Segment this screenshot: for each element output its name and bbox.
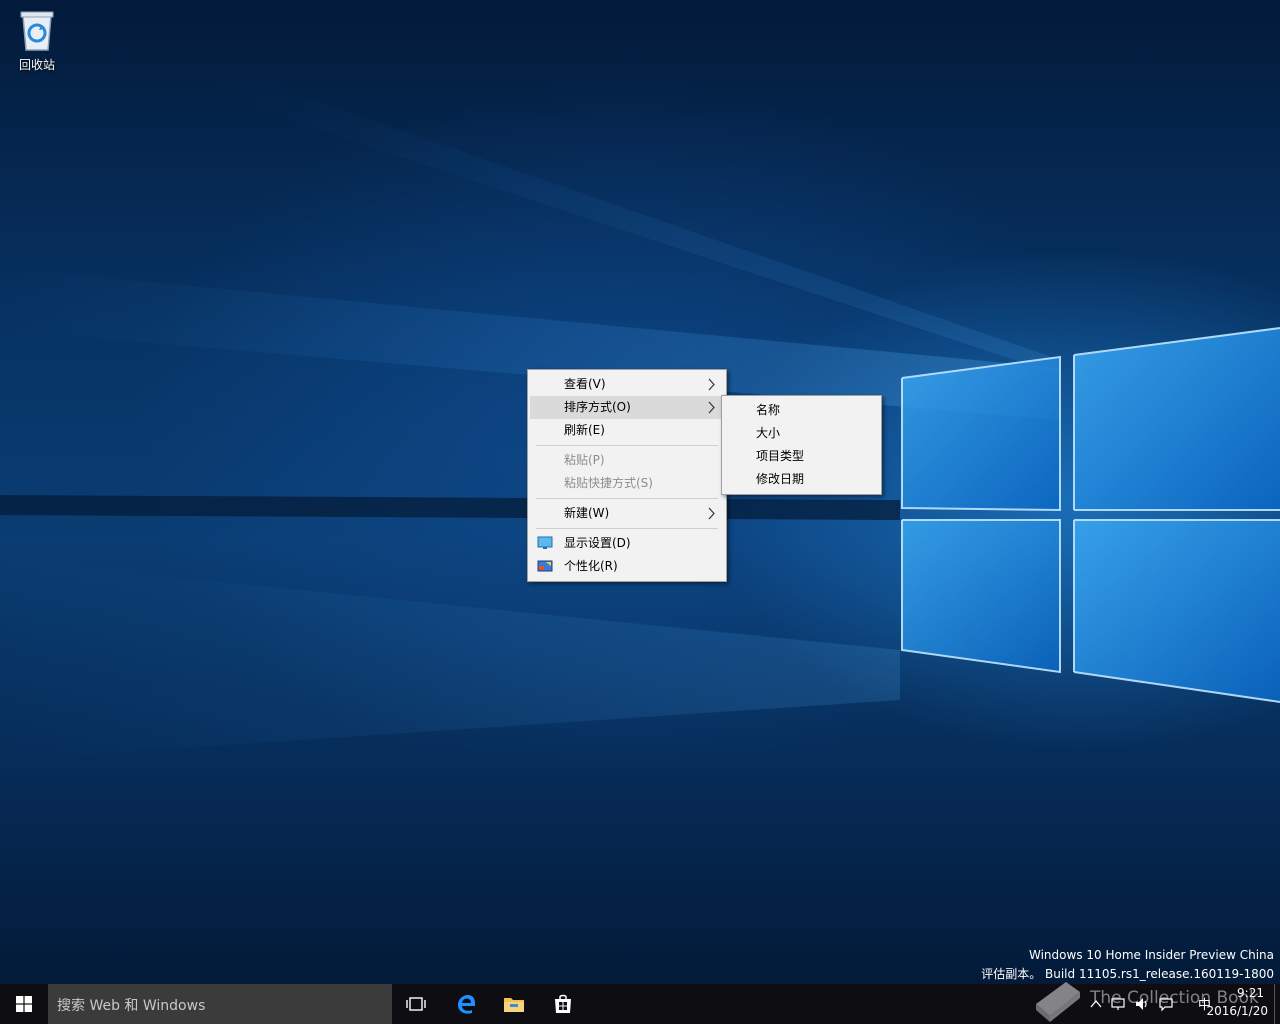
menu-item-sort-by[interactable]: 排序方式(O) [530,396,724,419]
watermark-build: 评估副本。 Build 11105.rs1_release.160119-180… [981,967,1274,981]
clock-date[interactable]: 2016/1/20 [1206,1004,1268,1018]
menu-item-view[interactable]: 查看(V) [530,373,724,396]
task-view-button[interactable] [392,984,440,1024]
submenu-item-size[interactable]: 大小 [724,422,879,445]
recycle-bin-icon [20,11,54,51]
submenu-item-name[interactable]: 名称 [724,399,879,422]
menu-item-paste-shortcut: 粘贴快捷方式(S) [530,472,724,495]
task-view-icon [406,997,426,1011]
menu-item-label: 排序方式(O) [564,400,631,414]
desktop-icon-recycle-bin[interactable]: 回收站 [8,6,66,76]
submenu-item-label: 修改日期 [756,472,805,486]
search-placeholder: 搜索 Web 和 Windows [57,998,206,1014]
build-watermark: Windows 10 Home Insider Preview China 评估… [981,946,1274,984]
chevron-right-icon [708,507,715,520]
desktop-context-menu: 查看(V) 排序方式(O) 刷新(E) 粘贴(P) 粘贴快捷方式(S) 新建(W… [527,369,727,582]
menu-item-label: 查看(V) [564,377,606,391]
menu-item-personalize[interactable]: 个性化(R) [530,555,724,578]
desktop-icon-label: 回收站 [18,58,55,72]
menu-item-paste: 粘贴(P) [530,449,724,472]
chevron-right-icon [708,378,715,391]
show-desktop-button[interactable] [1274,984,1280,1024]
store-icon [555,994,571,1013]
edge-icon [458,995,475,1014]
menu-separator [536,528,718,529]
menu-item-display-settings[interactable]: 显示设置(D) [530,532,724,555]
desktop[interactable]: 回收站 查看(V) 排序方式(O) 刷新(E) 粘贴(P) 粘贴快捷方式(S) … [0,0,1280,984]
chevron-right-icon [708,401,715,414]
menu-item-label: 显示设置(D) [564,536,631,550]
file-explorer-icon [504,998,524,1012]
windows-logo-icon [16,996,32,1012]
menu-item-label: 新建(W) [564,506,610,520]
menu-item-label: 粘贴快捷方式(S) [564,476,653,490]
personalize-icon [537,560,553,572]
menu-item-label: 个性化(R) [564,559,618,573]
submenu-item-type[interactable]: 项目类型 [724,445,879,468]
edge-button[interactable] [442,984,490,1024]
submenu-item-label: 项目类型 [756,449,805,463]
menu-item-new[interactable]: 新建(W) [530,502,724,525]
volume-icon[interactable] [1134,996,1150,1012]
system-tray: 中 9:21 2016/1/20 [1080,984,1280,1024]
notification-icon[interactable] [1158,996,1174,1012]
menu-item-refresh[interactable]: 刷新(E) [530,419,724,442]
submenu-item-label: 名称 [756,403,781,417]
network-icon[interactable] [1110,996,1126,1012]
menu-separator [536,445,718,446]
clock-time[interactable]: 9:21 [1237,986,1264,1000]
submenu-item-date-modified[interactable]: 修改日期 [724,468,879,491]
store-button[interactable] [539,984,587,1024]
menu-separator [536,498,718,499]
chevron-up-icon[interactable] [1088,996,1104,1012]
submenu-item-label: 大小 [756,426,781,440]
display-settings-icon [537,536,553,549]
taskbar: 搜索 Web 和 Windows 中 9:21 2016/1/20 [0,984,1280,1024]
sort-by-submenu: 名称 大小 项目类型 修改日期 [721,395,882,495]
menu-item-label: 刷新(E) [564,423,605,437]
file-explorer-button[interactable] [490,984,538,1024]
menu-item-label: 粘贴(P) [564,453,605,467]
start-button[interactable] [0,984,48,1024]
watermark-edition: Windows 10 Home Insider Preview China [1029,948,1274,962]
taskbar-search-box[interactable]: 搜索 Web 和 Windows [48,984,392,1024]
